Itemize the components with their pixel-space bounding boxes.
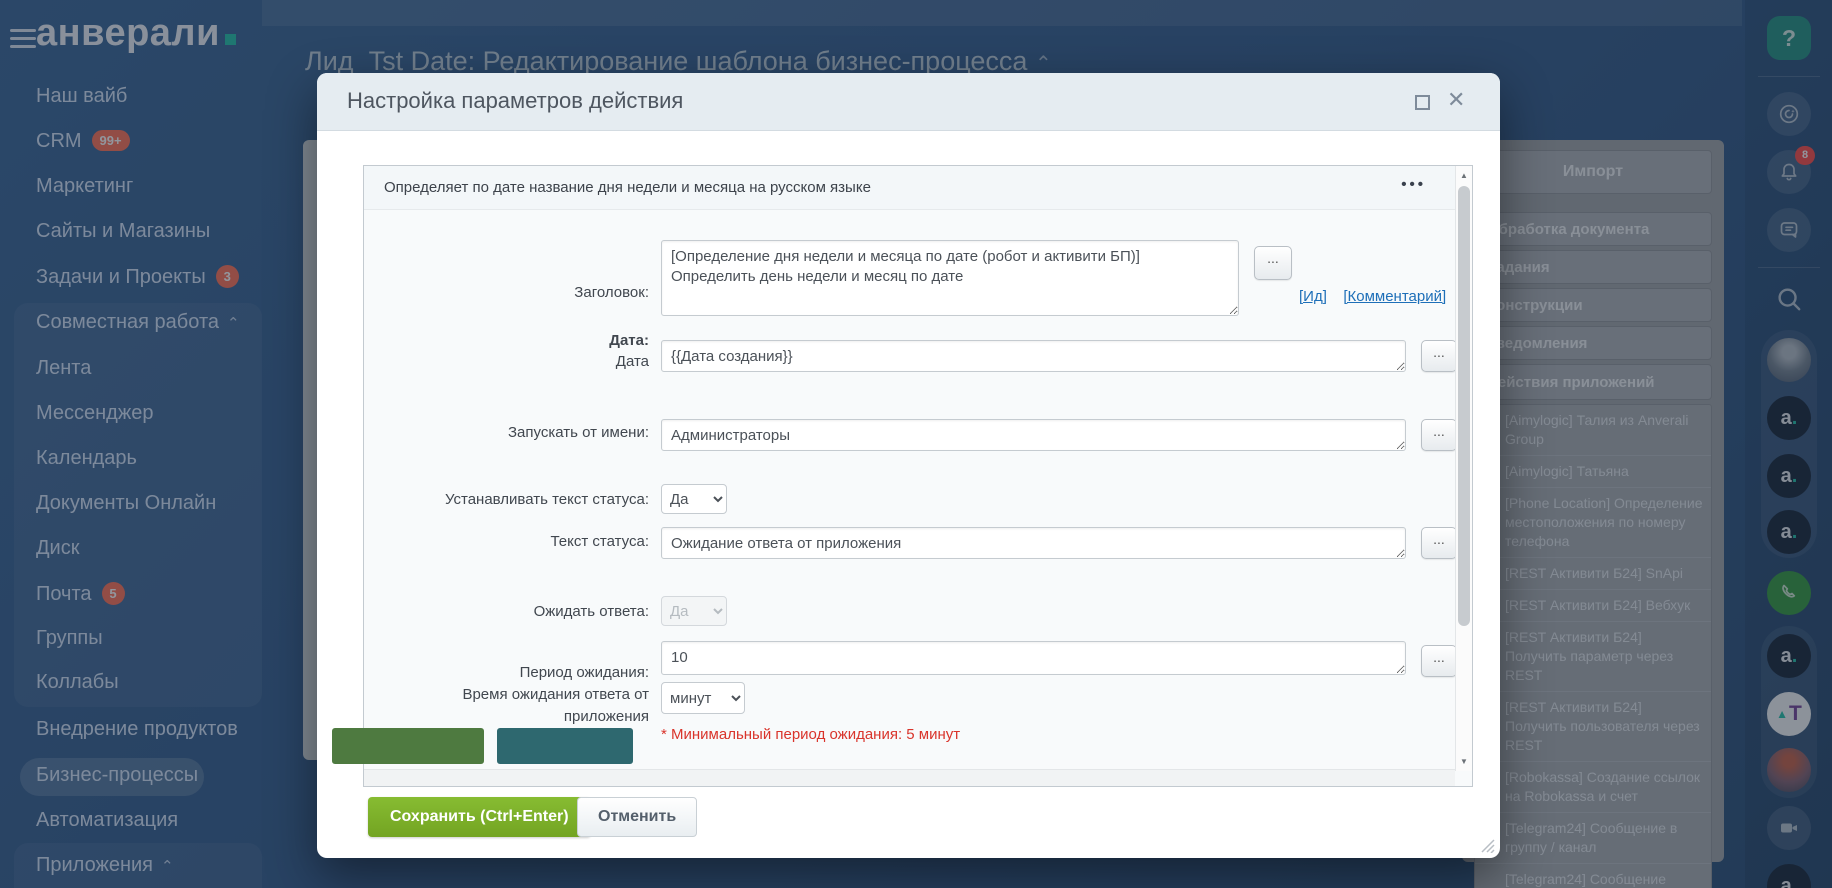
horizontal-scrollbar[interactable] (364, 769, 1455, 786)
field-label-set-status: Устанавливать текст статуса: (364, 491, 649, 508)
resize-handle-icon[interactable] (1481, 839, 1495, 853)
background-apply-button (497, 728, 633, 764)
field-label-date-bold: Дата: (364, 332, 649, 349)
field-label-wait-period-2: Время ожидания ответа от (364, 686, 649, 703)
scroll-down-icon[interactable]: ▼ (1456, 757, 1472, 766)
vertical-scrollbar[interactable]: ▲ ▼ (1455, 166, 1472, 771)
field-label-wait-period-1: Период ожидания: (364, 664, 649, 681)
field-label-run-as: Запускать от имени: (364, 424, 649, 441)
status-text-more-button[interactable]: ... (1421, 527, 1457, 559)
action-form: Определяет по дате название дня недели и… (363, 165, 1473, 787)
id-link[interactable]: [Ид] (1299, 288, 1327, 305)
action-settings-modal: Настройка параметров действия ✕ Определя… (317, 73, 1500, 858)
run-as-textarea[interactable]: Администраторы (661, 419, 1406, 451)
close-icon[interactable]: ✕ (1447, 87, 1465, 113)
title-textarea[interactable]: [Определение дня недели и месяца по дате… (661, 240, 1239, 316)
date-more-button[interactable]: ... (1421, 340, 1457, 372)
action-description: Определяет по дате название дня недели и… (384, 179, 871, 196)
wait-period-textarea[interactable]: 10 (661, 641, 1406, 675)
wait-period-unit-select[interactable]: минут (661, 682, 745, 714)
field-label-date-sub: Дата (364, 353, 649, 370)
save-button[interactable]: Сохранить (Ctrl+Enter) (368, 797, 591, 837)
status-text-textarea[interactable]: Ожидание ответа от приложения (661, 527, 1406, 559)
wait-response-select: Да (661, 596, 727, 626)
wait-period-more-button[interactable]: ... (1421, 645, 1457, 677)
field-label-title: Заголовок: (364, 284, 649, 301)
modal-title: Настройка параметров действия (347, 88, 683, 114)
title-more-button[interactable]: ... (1254, 246, 1292, 280)
field-label-wait-response: Ожидать ответа: (364, 603, 649, 620)
min-period-warning: * Минимальный период ожидания: 5 минут (661, 726, 960, 743)
field-links: [Ид] [Комментарий] (1299, 288, 1458, 306)
field-label-status-text: Текст статуса: (364, 533, 649, 550)
more-menu-dots-icon[interactable]: ••• (1401, 176, 1426, 193)
cancel-button[interactable]: Отменить (577, 797, 697, 837)
field-label-wait-period-3: приложения (364, 708, 649, 725)
screen: Лид_Tst Date: Редактирование шаблона биз… (0, 0, 1832, 888)
scrollbar-thumb[interactable] (1458, 186, 1470, 626)
scroll-up-icon[interactable]: ▲ (1456, 171, 1472, 180)
maximize-icon[interactable] (1415, 95, 1430, 110)
set-status-select[interactable]: Да (661, 484, 727, 514)
date-textarea[interactable]: {{Дата создания}} (661, 340, 1406, 372)
comment-link[interactable]: [Комментарий] (1343, 288, 1446, 305)
run-as-more-button[interactable]: ... (1421, 419, 1457, 451)
background-save-button (332, 728, 484, 764)
